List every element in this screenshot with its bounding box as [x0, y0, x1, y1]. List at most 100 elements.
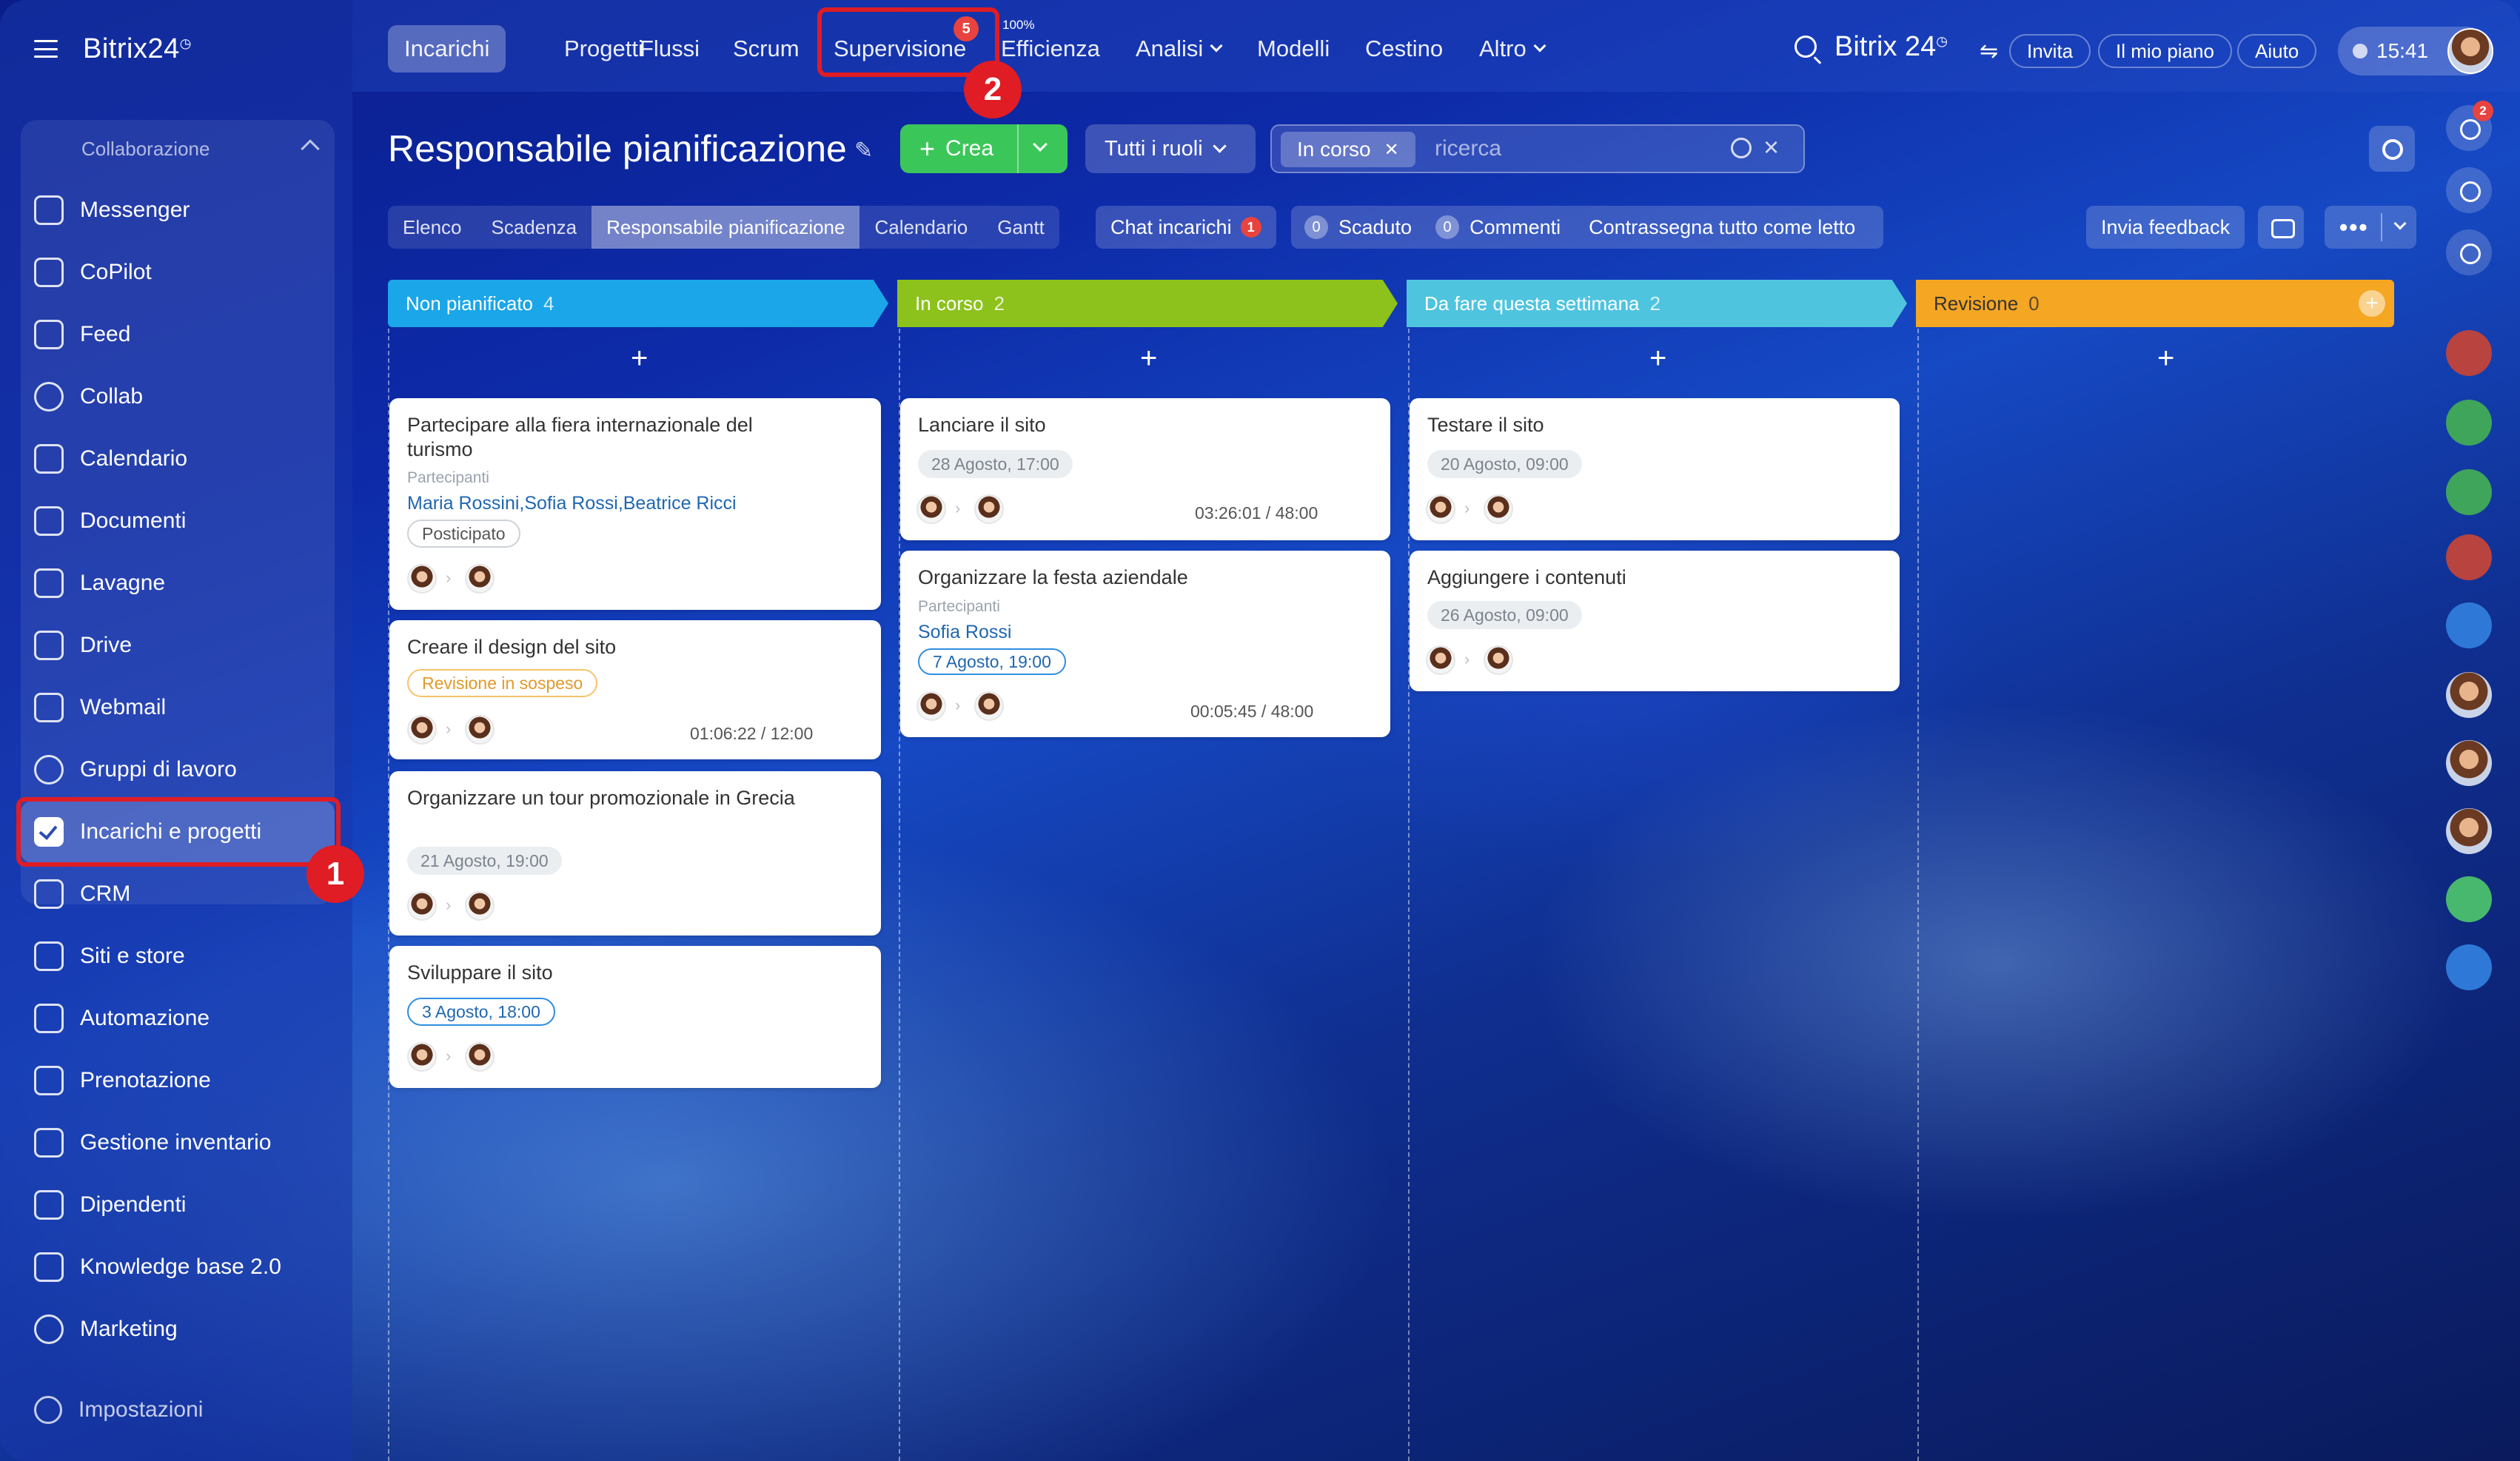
sidebar-item-gruppi[interactable]: Gruppi di lavoro — [21, 739, 335, 801]
deadline-tag[interactable]: 20 Agosto, 09:00 — [1427, 450, 1582, 478]
sidebar-item-documenti[interactable]: Documenti — [21, 490, 335, 552]
avatar[interactable] — [407, 715, 437, 745]
avatar[interactable] — [465, 891, 495, 921]
menu-burger-icon[interactable] — [34, 40, 58, 58]
task-chat-button[interactable]: Chat incarichi 1 — [1096, 206, 1276, 249]
filter-chip-in-corso[interactable]: In corso ✕ — [1281, 132, 1415, 167]
create-button[interactable]: + Crea — [900, 124, 1068, 173]
contact-avatar[interactable] — [2446, 808, 2492, 854]
settings-gear-button[interactable] — [2369, 126, 2415, 172]
chevron-down-icon[interactable] — [1033, 137, 1048, 152]
deadline-tag[interactable]: 26 Agosto, 09:00 — [1427, 601, 1582, 629]
roles-dropdown[interactable]: Tutti i ruoli — [1085, 124, 1256, 173]
nav-section-collaborazione[interactable]: Collaborazione — [21, 120, 335, 178]
add-task-icon[interactable]: + — [1140, 342, 1157, 375]
sidebar-item-webmail[interactable]: Webmail — [21, 676, 335, 739]
sidebar-item-knowledge[interactable]: Knowledge base 2.0 — [21, 1236, 335, 1298]
brand-logo[interactable]: Bitrix 24◷ — [1834, 31, 1948, 63]
sidebar-item-messenger[interactable]: Messenger — [21, 179, 335, 241]
task-card[interactable]: Organizzare la festa aziendale Partecipa… — [900, 551, 1390, 737]
view-tab-calendario[interactable]: Calendario — [859, 206, 982, 249]
column-header-revisione[interactable]: Revisione 0 + — [1916, 280, 2394, 327]
task-card[interactable]: Aggiungere i contenuti 26 Agosto, 09:00 … — [1410, 551, 1900, 691]
sidebar-item-automazione[interactable]: Automazione — [21, 987, 335, 1049]
sidebar-item-feed[interactable]: Feed — [21, 303, 335, 366]
overdue-filter[interactable]: Scaduto — [1338, 216, 1412, 239]
tab-altro[interactable]: Altro — [1463, 25, 1561, 73]
feedback-button[interactable]: Invia feedback — [2086, 206, 2245, 249]
bookmark-icon[interactable] — [2446, 944, 2492, 990]
close-icon[interactable]: ✕ — [1384, 139, 1399, 161]
clear-icon[interactable]: × — [1763, 132, 1779, 163]
avatar[interactable] — [465, 564, 495, 594]
task-card[interactable]: Organizzare un tour promozionale in Grec… — [389, 771, 881, 936]
view-tab-scadenza[interactable]: Scadenza — [477, 206, 592, 249]
column-header-non-pianificato[interactable]: Non pianificato 4 — [388, 280, 888, 327]
avatar[interactable] — [1484, 645, 1513, 675]
logo[interactable]: Bitrix24◷ — [83, 33, 192, 65]
deadline-tag[interactable]: 3 Agosto, 18:00 — [407, 998, 555, 1026]
filter-search-box[interactable]: In corso ✕ ricerca × — [1270, 124, 1805, 173]
tab-cestino[interactable]: Cestino — [1349, 25, 1459, 73]
user-avatar[interactable] — [2447, 28, 2493, 74]
sidebar-item-dipendenti[interactable]: Dipendenti — [21, 1174, 335, 1236]
avatar[interactable] — [916, 691, 946, 721]
participants-link[interactable]: Sofia Rossi — [918, 622, 1011, 643]
sidebar-item-calendario[interactable]: Calendario — [21, 428, 335, 490]
tab-modelli[interactable]: Modelli — [1241, 25, 1346, 73]
contact-avatar[interactable] — [2446, 740, 2492, 786]
avatar[interactable] — [465, 715, 495, 745]
avatar[interactable] — [1426, 494, 1455, 524]
invite-button[interactable]: Invita — [2009, 34, 2091, 68]
search-input[interactable]: ricerca — [1435, 136, 1501, 161]
help-button[interactable]: Aiuto — [2237, 34, 2317, 68]
search-icon[interactable] — [1795, 36, 1817, 58]
group-chat-icon[interactable] — [2446, 330, 2492, 376]
group-chat-icon[interactable] — [2446, 400, 2492, 446]
task-card[interactable]: Partecipare alla fiera internazionale de… — [389, 398, 881, 610]
add-column-icon[interactable]: + — [2359, 290, 2385, 317]
column-header-da-fare[interactable]: Da fare questa settimana 2 — [1407, 280, 1907, 327]
pin-icon[interactable]: ✎ — [854, 138, 873, 164]
participants-link[interactable]: Maria Rossini,Sofia Rossi,Beatrice Ricci — [407, 493, 737, 514]
task-card[interactable]: Sviluppare il sito 3 Agosto, 18:00 › — [389, 946, 881, 1088]
sidebar-item-copilot[interactable]: CoPilot — [21, 241, 335, 303]
tab-scrum[interactable]: Scrum — [717, 25, 816, 73]
mark-all-read-link[interactable]: Contrassegna tutto come letto — [1589, 216, 1855, 239]
avatar[interactable] — [974, 691, 1004, 721]
sidebar-item-marketing[interactable]: Marketing — [21, 1298, 335, 1360]
add-task-icon[interactable]: + — [2157, 342, 2174, 375]
avatar[interactable] — [974, 494, 1004, 524]
search-icon[interactable] — [1731, 138, 1752, 158]
tab-flussi[interactable]: Flussi — [623, 25, 716, 73]
task-card[interactable]: Creare il design del sito Revisione in s… — [389, 620, 881, 759]
view-tab-gantt[interactable]: Gantt — [982, 206, 1059, 249]
channel-icon[interactable] — [2446, 602, 2492, 648]
group-chat-icon[interactable] — [2446, 469, 2492, 515]
sidebar-settings[interactable]: Impostazioni — [34, 1396, 203, 1424]
invite-icon[interactable]: ⇋ — [1980, 34, 1998, 68]
deadline-tag[interactable]: 7 Agosto, 19:00 — [918, 648, 1066, 675]
tab-analisi[interactable]: Analisi — [1119, 25, 1237, 73]
add-task-icon[interactable]: + — [631, 342, 648, 375]
add-task-icon[interactable]: + — [1649, 342, 1666, 375]
avatar[interactable] — [1426, 645, 1455, 675]
sidebar-item-siti[interactable]: Siti e store — [21, 925, 335, 987]
target-icon[interactable] — [2446, 167, 2492, 213]
sidebar-item-drive[interactable]: Drive — [21, 614, 335, 676]
sidebar-item-collab[interactable]: Collab — [21, 366, 335, 428]
robot-icon[interactable] — [2258, 206, 2304, 249]
tab-incarichi[interactable]: Incarichi — [388, 25, 506, 73]
sidebar-item-prenotazione[interactable]: Prenotazione — [21, 1049, 335, 1112]
avatar[interactable] — [916, 494, 946, 524]
plan-button[interactable]: Il mio piano — [2098, 34, 2232, 68]
deadline-tag[interactable]: 21 Agosto, 19:00 — [407, 847, 562, 875]
chat-icon[interactable] — [2446, 229, 2492, 275]
column-header-in-corso[interactable]: In corso 2 — [897, 280, 1398, 327]
comments-filter[interactable]: Commenti — [1470, 216, 1561, 239]
contact-avatar[interactable] — [2446, 672, 2492, 718]
avatar[interactable] — [1484, 494, 1513, 524]
avatar[interactable] — [407, 564, 437, 594]
more-menu-button[interactable]: ••• — [2325, 206, 2416, 249]
chevron-up-icon[interactable] — [301, 139, 320, 158]
